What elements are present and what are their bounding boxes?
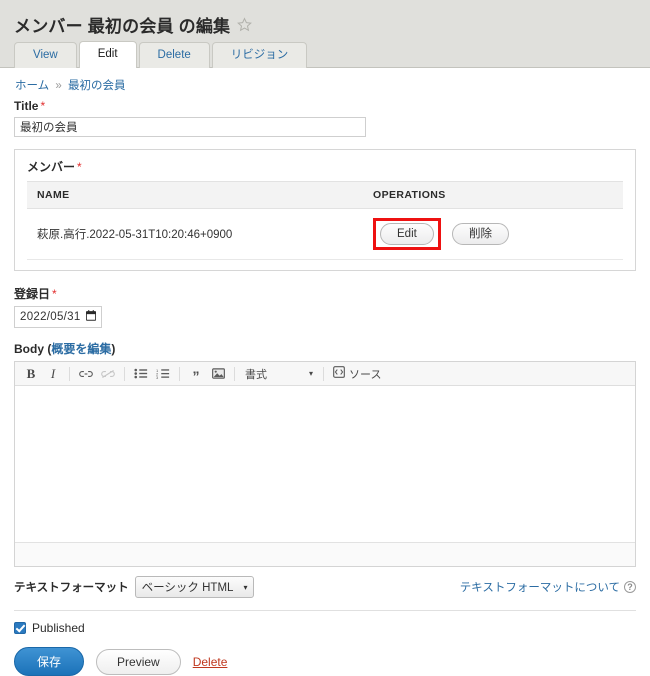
primary-tabs: View Edit Delete リビジョン — [14, 41, 309, 68]
tab-delete[interactable]: Delete — [138, 42, 210, 68]
blockquote-icon[interactable]: ” — [186, 365, 206, 383]
member-operations-cell: Edit 削除 — [363, 208, 623, 260]
toolbar-separator-5 — [323, 366, 324, 381]
star-outline-icon[interactable] — [237, 17, 253, 32]
chevron-down-icon: ▾ — [308, 369, 313, 378]
title-label-text: Title — [14, 99, 39, 113]
preview-button[interactable]: Preview — [96, 648, 181, 675]
edit-button-highlight-annotation: Edit — [373, 218, 441, 250]
question-mark-icon[interactable]: ? — [624, 581, 636, 593]
title-input[interactable] — [14, 117, 366, 137]
published-label: Published — [32, 621, 85, 635]
registration-date-value: 2022/05/31 — [20, 311, 81, 323]
numbered-list-icon[interactable]: 1 2 3 — [153, 365, 173, 383]
toolbar-separator-1 — [69, 366, 70, 381]
page-title: メンバー 最初の会員 の編集 — [14, 12, 650, 37]
title-field-wrapper: Title * — [14, 99, 636, 137]
bulleted-list-icon[interactable] — [131, 365, 151, 383]
page-header: メンバー 最初の会員 の編集 View Edit Delete リビジョン — [0, 0, 650, 68]
text-format-help-link[interactable]: テキストフォーマットについて ? — [460, 579, 636, 595]
italic-icon[interactable]: I — [43, 365, 63, 383]
unlink-icon — [98, 365, 118, 383]
member-required-mark: * — [77, 160, 82, 174]
member-table-header-row: NAME OPERATIONS — [27, 181, 623, 209]
registration-date-label-text: 登録日 — [14, 287, 51, 301]
calendar-icon[interactable] — [85, 310, 97, 324]
member-delete-button[interactable]: 削除 — [452, 223, 510, 245]
save-button[interactable]: 保存 — [14, 647, 85, 676]
format-dropdown[interactable]: 書式 ▾ — [241, 366, 317, 382]
tab-delete-label: Delete — [157, 49, 191, 61]
member-edit-button[interactable]: Edit — [380, 223, 434, 245]
link-icon[interactable] — [76, 365, 96, 383]
chevron-down-icon: ▾ — [243, 582, 248, 592]
text-format-selected-value: ベーシック HTML — [141, 582, 234, 594]
edit-summary-link[interactable]: 概要を編集 — [51, 342, 111, 356]
body-label-text: Body — [14, 342, 44, 356]
delete-link[interactable]: Delete — [193, 655, 228, 669]
breadcrumb-current-link[interactable]: 最初の会員 — [68, 80, 126, 92]
section-divider — [14, 610, 636, 611]
breadcrumb-separator: » — [55, 80, 62, 92]
rich-text-editor: B I 1 2 3 ” 書式 ▾ ソース — [14, 361, 636, 567]
title-required-mark: * — [40, 99, 46, 113]
breadcrumb: ホーム » 最初の会員 — [0, 68, 650, 99]
body-field-wrapper: Body (概要を編集) B I 1 2 3 ” 書式 ▾ ソース テキストフォ… — [14, 340, 636, 598]
svg-text:3: 3 — [156, 375, 159, 379]
member-table-body: 萩原.高行.2022-05-31T10:20:46+0900 Edit 削除 — [27, 208, 623, 260]
member-table: NAME OPERATIONS 萩原.高行.2022-05-31T10:20:4… — [27, 181, 623, 260]
tab-revisions[interactable]: リビジョン — [211, 42, 308, 68]
toolbar-separator-2 — [124, 366, 125, 381]
text-format-select[interactable]: ベーシック HTML ▾ — [134, 576, 255, 598]
text-format-label: テキストフォーマット — [14, 582, 129, 594]
page-title-text: メンバー 最初の会員 の編集 — [14, 17, 231, 36]
member-field-label: メンバー * — [27, 158, 623, 175]
breadcrumb-home-link[interactable]: ホーム — [15, 80, 49, 92]
tab-edit-label: Edit — [97, 48, 118, 60]
registration-date-input[interactable]: 2022/05/31 — [14, 306, 102, 328]
registration-date-field-wrapper: 登録日 * 2022/05/31 — [14, 285, 636, 328]
text-format-help-label: テキストフォーマットについて — [459, 582, 620, 594]
table-row: 萩原.高行.2022-05-31T10:20:46+0900 Edit 削除 — [27, 208, 623, 260]
column-header-name: NAME — [27, 181, 363, 209]
registration-date-label: 登録日 * — [14, 285, 636, 302]
member-fieldset: メンバー * NAME OPERATIONS 萩原.高行.2022-05-31T1… — [14, 149, 636, 271]
bold-icon[interactable]: B — [21, 365, 41, 383]
tab-revisions-label: リビジョン — [230, 49, 289, 61]
editor-content-area[interactable] — [15, 386, 635, 542]
toolbar-separator-3 — [179, 366, 180, 381]
form-content: Title* メンバー* NAME OPERATIONS 萩原.高行.2022-… — [0, 99, 650, 676]
body-label-close-paren: ) — [111, 342, 116, 356]
tab-view[interactable]: View — [14, 42, 77, 68]
body-field-label: Body (概要を編集) — [14, 340, 636, 357]
source-button[interactable]: ソース — [330, 366, 384, 382]
member-table-head: NAME OPERATIONS — [27, 181, 623, 209]
source-icon — [333, 366, 345, 381]
format-dropdown-label: 書式 — [245, 368, 267, 381]
image-icon[interactable] — [208, 365, 228, 383]
title-field-label: Title * — [14, 99, 636, 113]
published-checkbox[interactable] — [14, 622, 26, 634]
editor-toolbar: B I 1 2 3 ” 書式 ▾ ソース — [15, 362, 635, 386]
source-button-label: ソース — [349, 368, 382, 381]
published-row: Published — [14, 621, 636, 635]
member-name-cell: 萩原.高行.2022-05-31T10:20:46+0900 — [27, 208, 363, 260]
form-actions: 保存 Preview Delete — [14, 647, 636, 676]
text-format-row: テキストフォーマット ベーシック HTML ▾ テキストフォーマットについて ? — [14, 576, 636, 598]
registration-date-required-mark: * — [52, 287, 57, 301]
toolbar-separator-4 — [234, 366, 235, 381]
tab-view-label: View — [33, 49, 58, 61]
tab-edit[interactable]: Edit — [78, 41, 137, 68]
column-header-operations: OPERATIONS — [363, 181, 623, 209]
editor-footer-bar — [15, 542, 635, 566]
member-label-text: メンバー — [27, 160, 76, 174]
